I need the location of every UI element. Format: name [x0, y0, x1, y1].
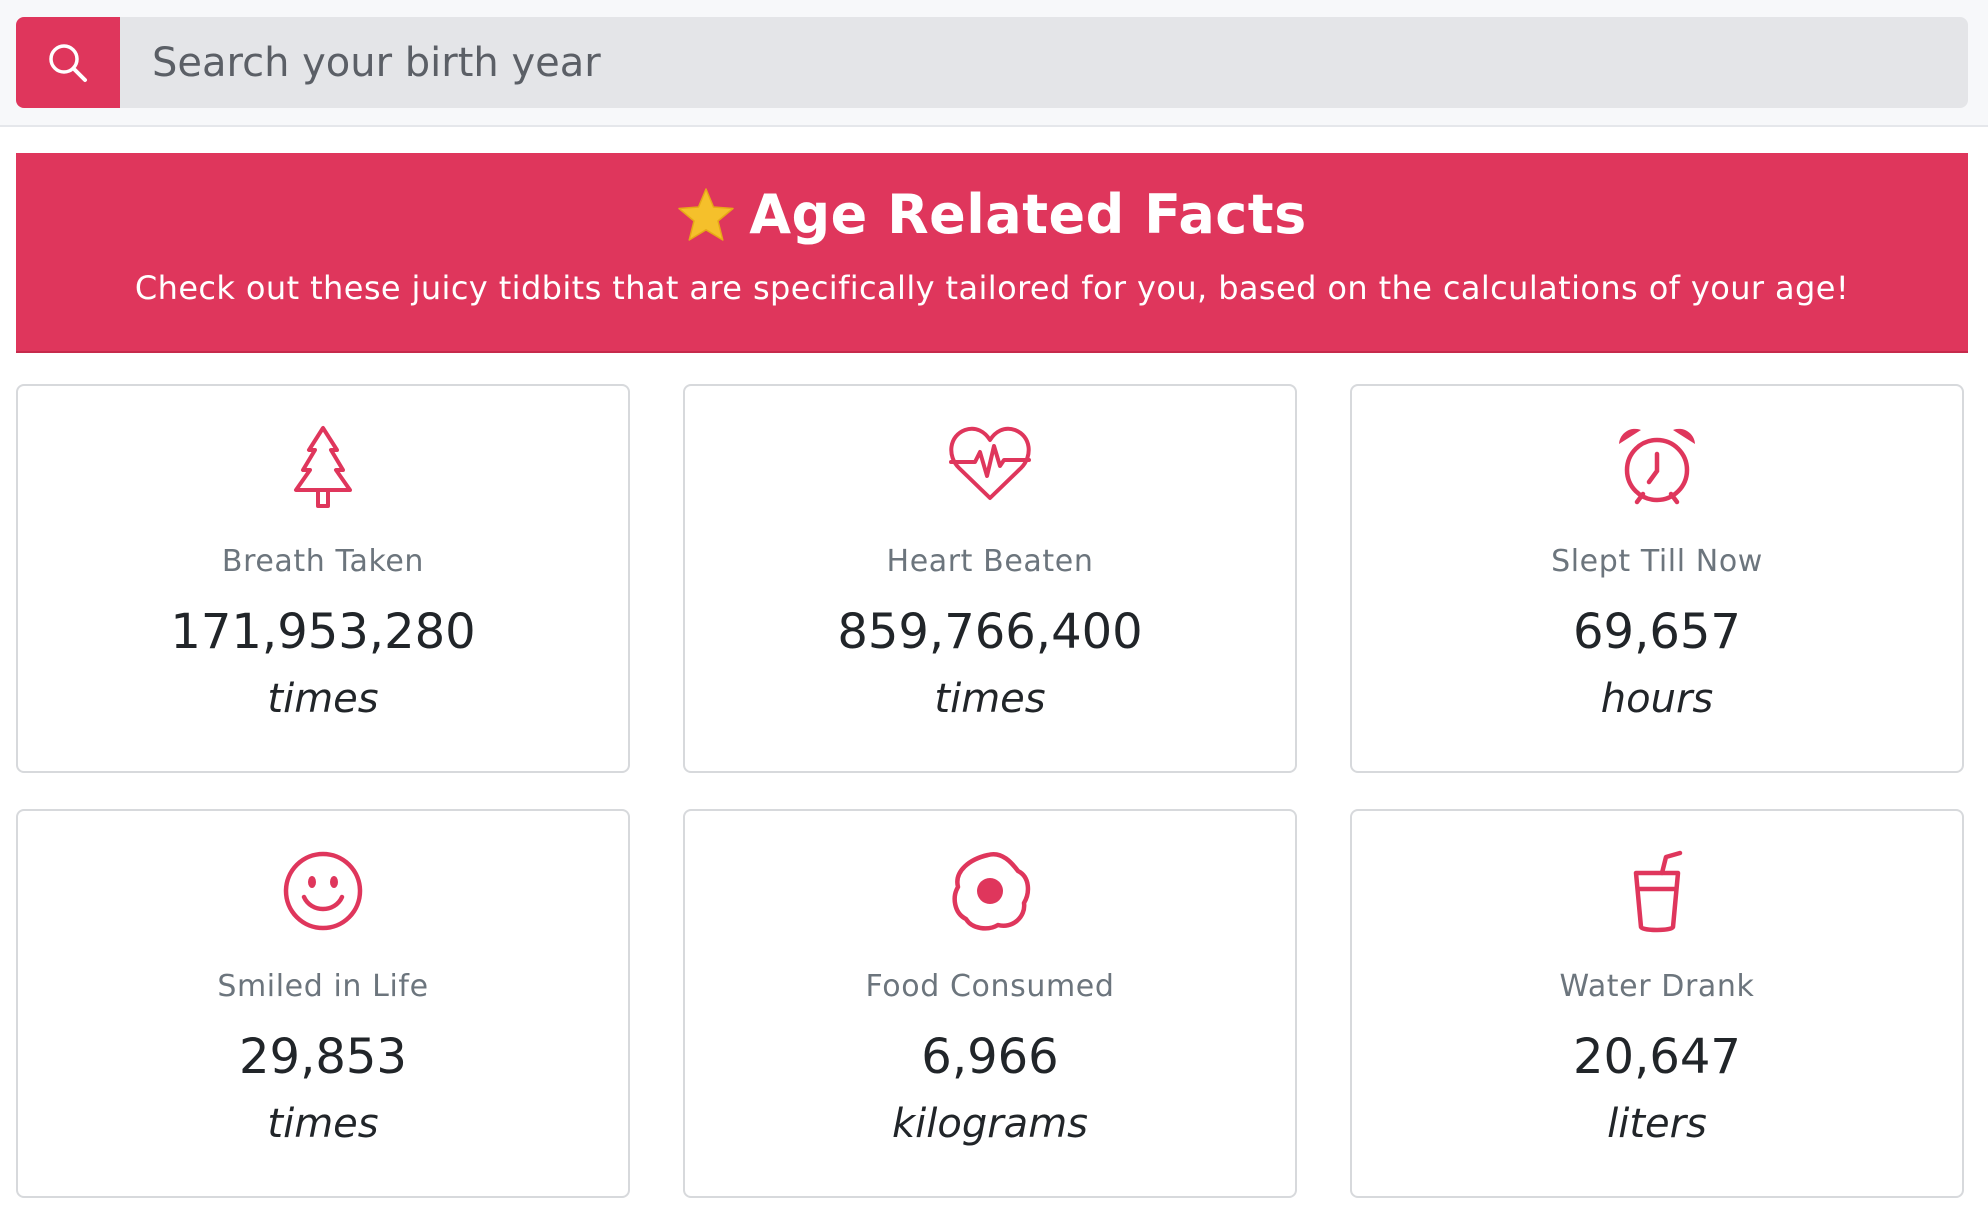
fact-unit: kilograms — [891, 1101, 1088, 1147]
fact-card-slept-till-now: Slept Till Now 69,657 hours — [1350, 384, 1964, 773]
banner-title: Age Related Facts — [749, 183, 1307, 246]
alarm-clock-icon — [1619, 428, 1695, 505]
banner-subtitle: Check out these juicy tidbits that are s… — [134, 269, 1850, 307]
fact-card-smiled-in-life: Smiled in Life 29,853 times — [16, 809, 630, 1198]
fact-unit: times — [267, 676, 379, 722]
fact-card-food-consumed: Food Consumed 6,966 kilograms — [683, 809, 1297, 1198]
search-button[interactable] — [16, 17, 120, 108]
fact-value: 69,657 — [1573, 604, 1741, 660]
search-input[interactable] — [120, 17, 1968, 108]
star-icon — [678, 187, 734, 241]
age-facts-banner: Age Related Facts Check out these juicy … — [16, 153, 1968, 353]
tree-icon — [294, 426, 352, 508]
fact-unit: times — [934, 676, 1046, 722]
fact-unit: hours — [1600, 676, 1714, 722]
fact-card-heart-beaten: Heart Beaten 859,766,400 times — [683, 384, 1297, 773]
fact-label: Heart Beaten — [886, 544, 1094, 579]
heartbeat-icon — [949, 426, 1031, 500]
fact-unit: liters — [1607, 1101, 1707, 1147]
search-icon — [49, 43, 87, 82]
fact-value: 20,647 — [1573, 1029, 1741, 1085]
fact-card-water-drank: Water Drank 20,647 liters — [1350, 809, 1964, 1198]
fried-egg-icon — [952, 851, 1031, 931]
fact-unit: times — [267, 1101, 379, 1147]
fact-label: Food Consumed — [865, 969, 1115, 1004]
fact-card-breath-taken: Breath Taken 171,953,280 times — [16, 384, 630, 773]
search-bar — [16, 17, 1968, 108]
fact-label: Slept Till Now — [1551, 544, 1763, 579]
fact-label: Water Drank — [1559, 969, 1755, 1004]
fact-value: 859,766,400 — [837, 604, 1143, 660]
fact-value: 6,966 — [921, 1029, 1059, 1085]
fact-value: 171,953,280 — [170, 604, 476, 660]
fact-label: Smiled in Life — [217, 969, 429, 1004]
fact-value: 29,853 — [239, 1029, 407, 1085]
top-bar — [0, 0, 1988, 127]
fact-label: Breath Taken — [221, 544, 425, 579]
cup-straw-icon — [1633, 850, 1683, 933]
smiley-icon — [283, 851, 363, 931]
banner-heading: Age Related Facts — [16, 183, 1968, 246]
